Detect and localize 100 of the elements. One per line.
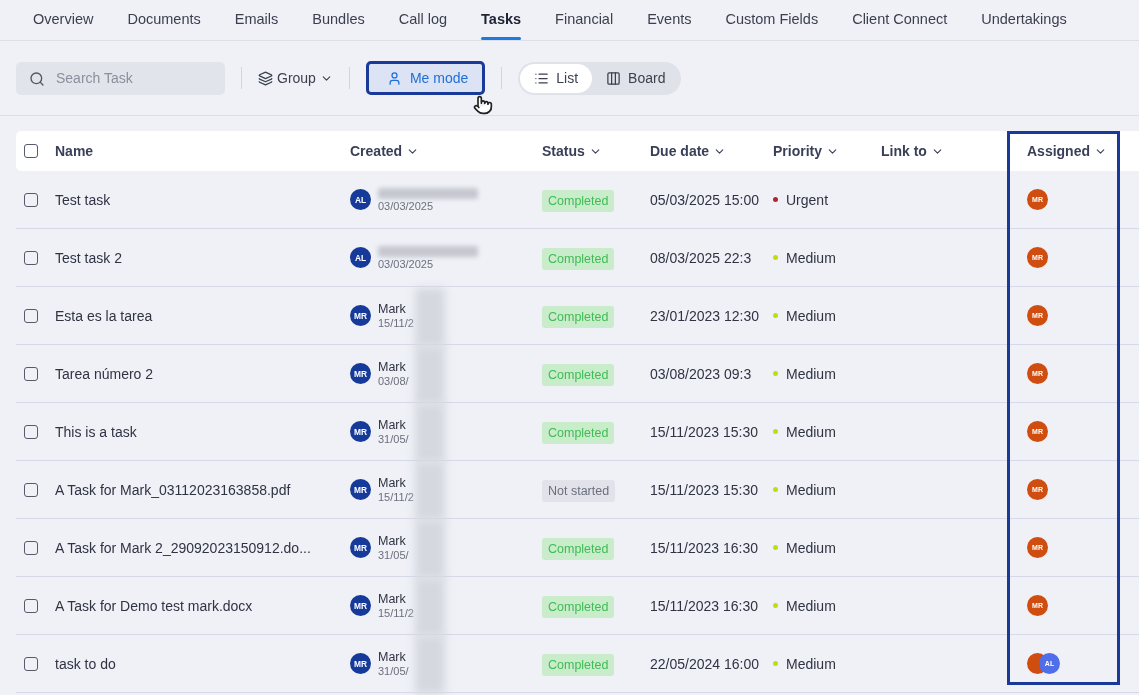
column-header[interactable]: Name bbox=[55, 143, 94, 159]
column-header[interactable]: Assigned bbox=[1027, 143, 1090, 159]
due-date: 15/11/2023 15:30 bbox=[650, 423, 759, 440]
due-date: 15/11/2023 16:30 bbox=[650, 539, 759, 556]
avatar: MR bbox=[350, 595, 371, 616]
row-checkbox[interactable] bbox=[24, 656, 38, 671]
row-checkbox[interactable] bbox=[24, 366, 38, 381]
priority: Medium bbox=[786, 249, 836, 266]
created-date: 31/05/ bbox=[378, 433, 409, 445]
view-toggle[interactable]: Board bbox=[592, 63, 680, 93]
due-date: 03/08/2023 09:3 bbox=[650, 365, 753, 382]
due-date: 23/01/2023 12:30 bbox=[650, 307, 760, 324]
tab[interactable]: Undertakings bbox=[964, 0, 1084, 40]
task-name[interactable]: Test task bbox=[55, 191, 350, 208]
row-checkbox[interactable] bbox=[24, 540, 38, 555]
group-button[interactable]: Group bbox=[258, 70, 333, 86]
task-name[interactable]: This is a task bbox=[55, 423, 350, 440]
due-date: 05/03/2025 15:00 bbox=[650, 191, 760, 208]
search-field[interactable]: Search Task bbox=[16, 61, 225, 95]
created-date: 03/03/2025 bbox=[378, 199, 435, 212]
status-badge: Completed bbox=[542, 305, 615, 328]
me-mode-button[interactable]: Me mode bbox=[365, 61, 486, 95]
hand-cursor-icon bbox=[473, 95, 493, 115]
avatar: MR bbox=[350, 653, 371, 674]
created-date: 15/11/2 bbox=[378, 491, 414, 503]
task-name[interactable]: Tarea número 2 bbox=[55, 365, 350, 382]
priority: Urgent bbox=[786, 191, 829, 208]
tab[interactable]: Financial bbox=[538, 0, 631, 40]
layers-icon bbox=[258, 70, 273, 86]
tab[interactable]: Events bbox=[630, 0, 709, 40]
avatar: MR bbox=[350, 479, 371, 500]
creator-name: Mark bbox=[378, 650, 407, 664]
avatar: MR bbox=[350, 305, 371, 326]
view-toggle[interactable]: List bbox=[520, 63, 593, 93]
due-date: 15/11/2023 16:30 bbox=[650, 597, 759, 614]
status-badge: Completed bbox=[542, 595, 615, 618]
created-date: 03/03/2025 bbox=[378, 257, 435, 270]
row-checkbox[interactable] bbox=[24, 482, 38, 497]
list-icon bbox=[534, 70, 550, 86]
creator-name: Mark bbox=[378, 476, 407, 490]
tab[interactable]: Call log bbox=[381, 0, 465, 40]
tab[interactable]: Bundles bbox=[295, 0, 382, 40]
column-header[interactable]: Link to bbox=[881, 143, 927, 159]
status-badge: Completed bbox=[542, 653, 615, 676]
priority: Medium bbox=[786, 539, 836, 556]
search-icon bbox=[29, 70, 45, 87]
avatar: AL bbox=[350, 189, 371, 210]
due-date: 15/11/2023 15:30 bbox=[650, 481, 759, 498]
status-badge: Completed bbox=[542, 363, 615, 386]
task-name[interactable]: A Task for Mark 2_29092023150912.do... bbox=[55, 539, 350, 556]
due-date: 08/03/2025 22:3 bbox=[650, 249, 753, 266]
row-checkbox[interactable] bbox=[24, 192, 38, 207]
task-name[interactable]: A Task for Demo test mark.docx bbox=[55, 597, 350, 614]
status-badge: Completed bbox=[542, 421, 615, 444]
created-date: 15/11/2 bbox=[378, 607, 414, 619]
tab[interactable]: Overview bbox=[16, 0, 111, 40]
row-checkbox[interactable] bbox=[24, 424, 38, 439]
priority: Medium bbox=[786, 423, 836, 440]
row-checkbox[interactable] bbox=[24, 598, 38, 613]
priority: Medium bbox=[786, 655, 836, 672]
creator-name: Mark bbox=[378, 592, 407, 606]
select-all-checkbox[interactable] bbox=[24, 144, 38, 158]
status-badge: Completed bbox=[542, 537, 615, 560]
avatar: MR bbox=[350, 363, 371, 384]
created-date: 03/08/ bbox=[378, 375, 409, 387]
column-header[interactable]: Status bbox=[542, 143, 585, 159]
status-badge: Completed bbox=[542, 247, 615, 270]
column-header[interactable]: Created bbox=[350, 143, 403, 159]
tab[interactable]: Tasks bbox=[464, 0, 539, 40]
tab[interactable]: Documents bbox=[110, 0, 218, 40]
task-name[interactable]: Test task 2 bbox=[55, 249, 350, 266]
created-date: 15/11/2 bbox=[378, 317, 414, 329]
priority: Medium bbox=[786, 307, 836, 324]
priority: Medium bbox=[786, 481, 836, 498]
column-header[interactable]: Due date bbox=[650, 143, 710, 159]
priority: Medium bbox=[786, 597, 836, 614]
priority: Medium bbox=[786, 365, 836, 382]
user-icon bbox=[386, 70, 402, 86]
tab[interactable]: Client Connect bbox=[835, 0, 965, 40]
avatar: MR bbox=[350, 421, 371, 442]
creator-name: Mark bbox=[378, 418, 407, 432]
tab[interactable]: Emails bbox=[217, 0, 296, 40]
task-name[interactable]: task to do bbox=[55, 655, 350, 672]
row-checkbox[interactable] bbox=[24, 250, 38, 265]
created-date: 31/05/ bbox=[378, 665, 409, 677]
avatar: MR bbox=[350, 537, 371, 558]
creator-name: Mark bbox=[378, 302, 407, 316]
created-date: 31/05/ bbox=[378, 549, 409, 561]
task-name[interactable]: A Task for Mark_03112023163858.pdf bbox=[55, 481, 350, 498]
column-header[interactable]: Priority bbox=[773, 143, 822, 159]
status-badge: Completed bbox=[542, 189, 615, 212]
creator-name: Mark bbox=[378, 360, 407, 374]
tab[interactable]: Custom Fields bbox=[708, 0, 836, 40]
row-checkbox[interactable] bbox=[24, 308, 38, 323]
due-date: 22/05/2024 16:00 bbox=[650, 655, 760, 672]
columns-icon bbox=[606, 70, 622, 86]
status-badge: Not started bbox=[542, 479, 616, 502]
avatar: AL bbox=[350, 247, 371, 268]
task-name[interactable]: Esta es la tarea bbox=[55, 307, 350, 324]
creator-name: Mark bbox=[378, 534, 407, 548]
